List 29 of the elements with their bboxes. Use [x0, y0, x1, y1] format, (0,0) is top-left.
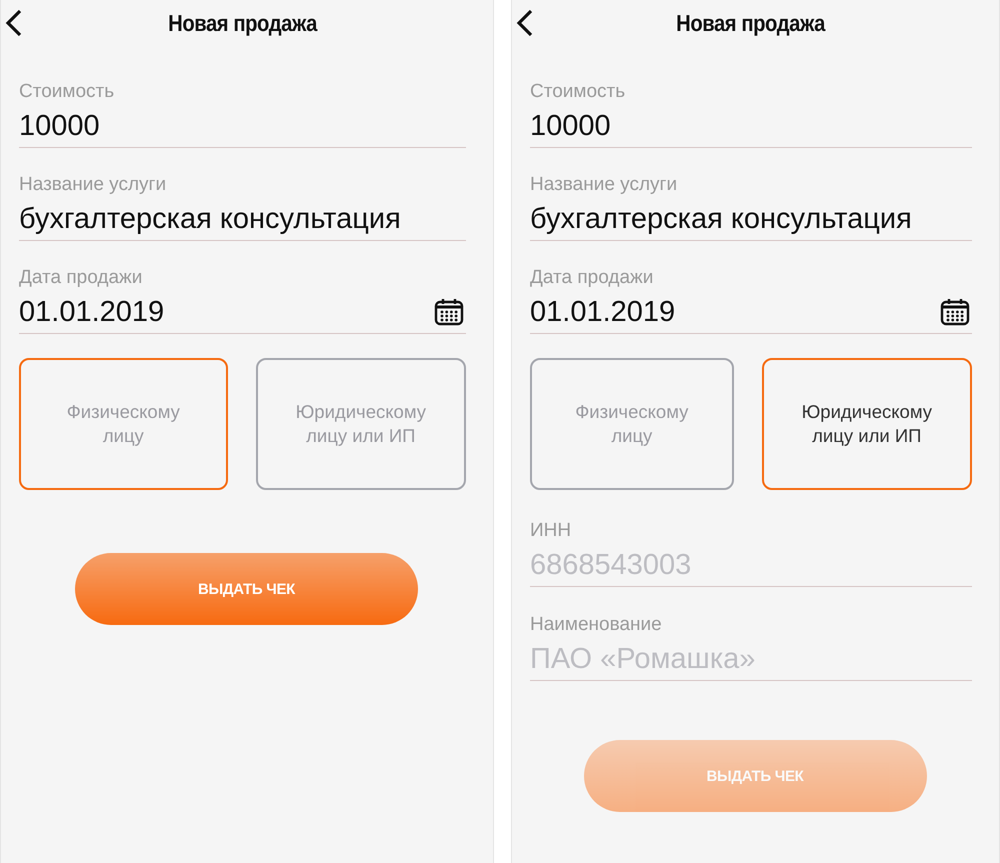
input-field[interactable]: 01.01.2019 [19, 290, 466, 334]
input-field[interactable]: бухгалтерская консультация [530, 197, 972, 241]
screen-title: Новая продажа [168, 10, 317, 36]
calendar-icon[interactable] [434, 298, 464, 326]
back-icon[interactable] [3, 8, 23, 38]
field-label: Название услуги [19, 173, 168, 197]
field-label: Дата продажи [19, 266, 144, 290]
field-value: 01.01.2019 [530, 294, 676, 330]
field-label: Название услуги [530, 173, 678, 197]
calendar-icon[interactable] [940, 298, 970, 326]
field-label: ИНН [530, 519, 572, 543]
field-value: бухгалтерская консультация [530, 202, 912, 236]
field-placeholder: ПАО «Ромашка» [530, 642, 756, 676]
field-label: Стоимость [19, 80, 116, 104]
screen-title: Новая продажа [676, 10, 826, 36]
field-label: Дата продажи [530, 266, 654, 290]
back-icon[interactable] [514, 8, 534, 38]
input-field[interactable]: бухгалтерская консультация [19, 197, 466, 241]
field-label: Стоимость [530, 80, 626, 104]
customer-type-option[interactable]: Юридическому лицу или ИП [762, 358, 972, 490]
input-field[interactable]: 01.01.2019 [530, 290, 972, 334]
input-field[interactable]: 10000 [530, 104, 972, 148]
field-value: 10000 [19, 108, 100, 144]
input-field[interactable]: 10000 [19, 104, 466, 148]
field-value: бухгалтерская консультация [19, 202, 401, 236]
field-label: Наименование [530, 613, 663, 637]
field-value: 01.01.2019 [19, 294, 164, 330]
field-placeholder: 6868543003 [530, 548, 692, 582]
field-value: 10000 [530, 108, 611, 144]
